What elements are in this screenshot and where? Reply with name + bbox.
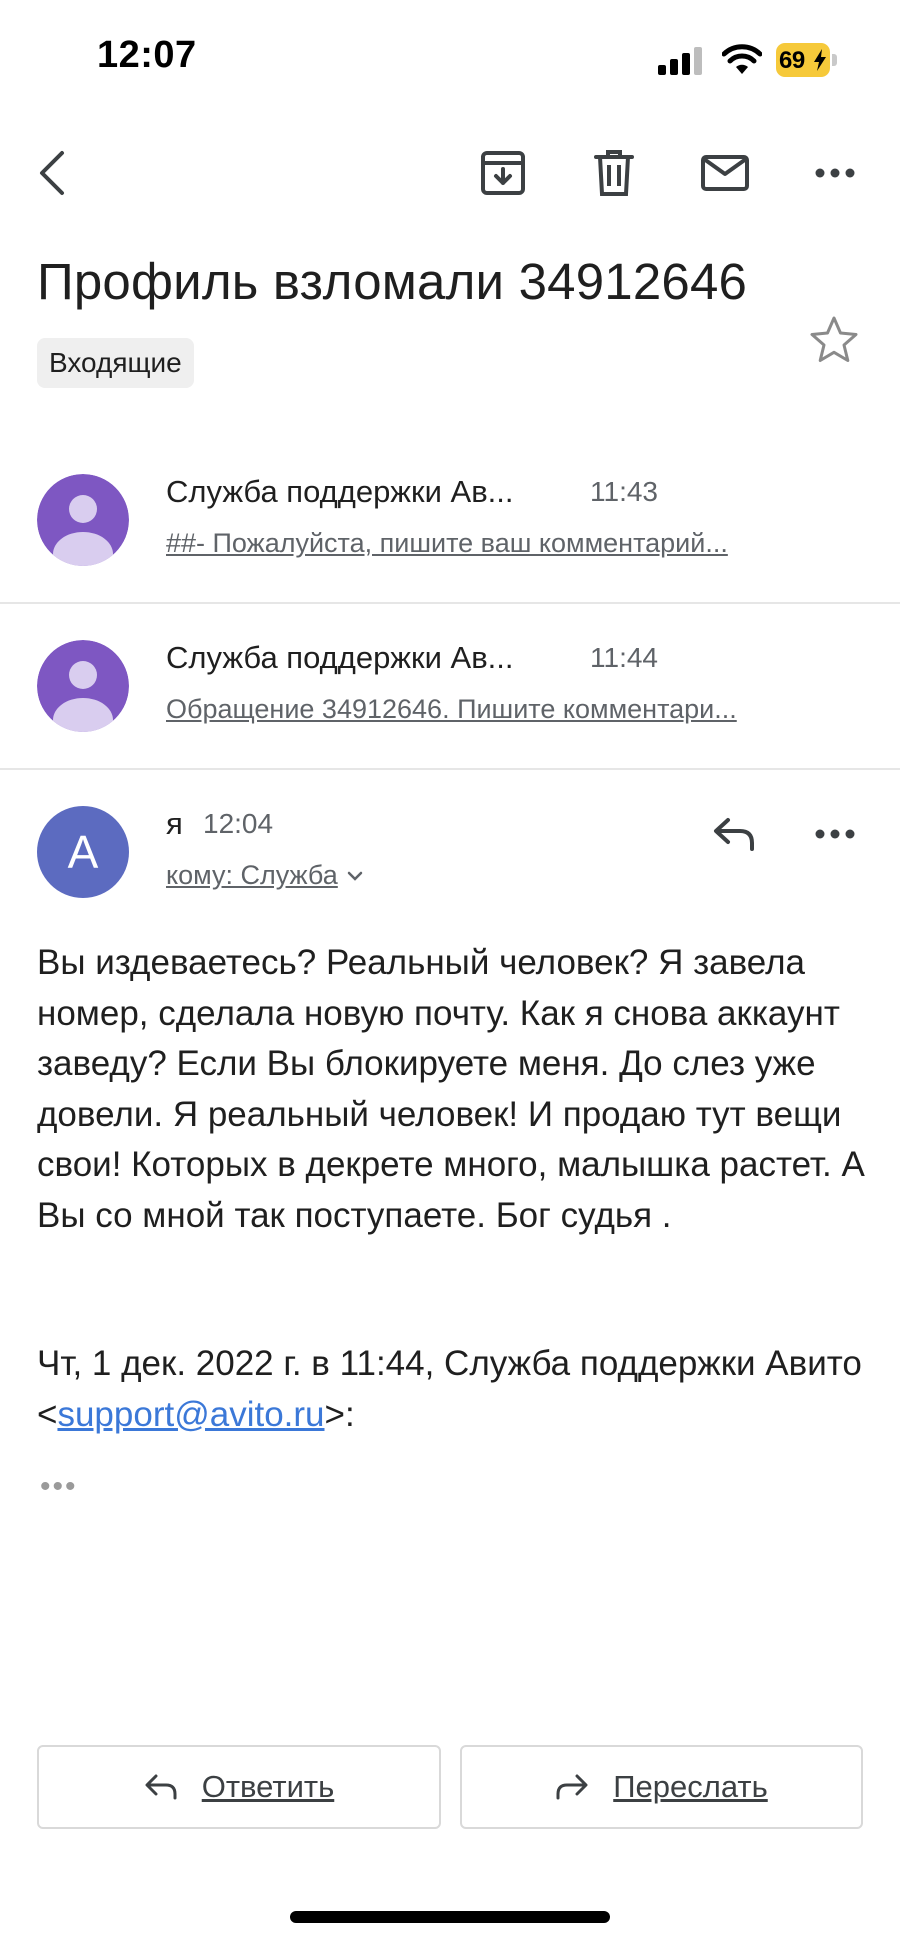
- star-button[interactable]: [806, 312, 862, 368]
- more-horizontal-icon: [815, 829, 855, 839]
- message-more-button[interactable]: [807, 806, 863, 862]
- more-options-button[interactable]: [807, 145, 863, 201]
- avatar: A: [37, 806, 129, 898]
- thread-message-collapsed[interactable]: Служба поддержки Ав... 11:43 ##- Пожалуй…: [0, 460, 900, 600]
- mark-unread-button[interactable]: [697, 145, 753, 201]
- forward-button-label: Переслать: [613, 1769, 768, 1804]
- label-chip-inbox[interactable]: Входящие: [37, 338, 194, 388]
- message-time: 11:43: [590, 476, 658, 507]
- support-email-link[interactable]: support@avito.ru: [57, 1395, 324, 1434]
- mail-icon: [701, 155, 749, 191]
- person-avatar-icon: [37, 474, 129, 566]
- message-sender: Служба поддержки Ав...: [166, 640, 514, 675]
- reply-icon: [714, 818, 754, 851]
- avatar: [37, 640, 129, 732]
- message-snippet: ##- Пожалуйста, пишите ваш комментарий..…: [166, 528, 728, 558]
- archive-button[interactable]: [475, 145, 531, 201]
- archive-icon: [481, 151, 525, 195]
- avatar: [37, 474, 129, 566]
- star-outline-icon: [810, 316, 858, 362]
- quoted-header: Чт, 1 дек. 2022 г. в 11:44, Служба подде…: [37, 1339, 867, 1440]
- thread-message-collapsed[interactable]: Служба поддержки Ав... 11:44 Обращение 3…: [0, 626, 900, 766]
- message-body: Вы издеваетесь? Реальный человек? Я заве…: [37, 943, 865, 1235]
- charging-bolt-icon: [814, 49, 826, 71]
- avatar-letter: A: [37, 806, 129, 898]
- back-chevron-icon: [40, 151, 64, 195]
- email-subject: Профиль взломали 34912646: [37, 253, 748, 310]
- home-indicator[interactable]: [290, 1911, 610, 1923]
- person-avatar-icon: [37, 640, 129, 732]
- divider: [0, 602, 900, 604]
- reply-arrow-icon: [145, 1774, 177, 1800]
- status-time: 12:07: [97, 34, 197, 76]
- recipient-label: кому: Служба: [166, 860, 338, 890]
- show-quoted-text-button[interactable]: •••: [40, 1470, 78, 1504]
- more-horizontal-icon: [815, 168, 855, 178]
- delete-button[interactable]: [586, 145, 642, 201]
- forward-arrow-icon: [556, 1774, 588, 1800]
- battery-icon: 69: [776, 43, 838, 77]
- reply-button[interactable]: Ответить: [37, 1745, 441, 1829]
- trash-icon: [594, 150, 634, 196]
- wifi-icon: [722, 44, 762, 74]
- open-message-time: 12:04: [203, 808, 274, 839]
- message-sender: Служба поддержки Ав...: [166, 474, 514, 509]
- back-button[interactable]: [24, 145, 80, 201]
- reply-button-label: Ответить: [201, 1769, 335, 1804]
- recipient-details-toggle[interactable]: кому: Служба: [166, 860, 364, 891]
- forward-button[interactable]: Переслать: [460, 1745, 863, 1829]
- quote-suffix: >:: [324, 1394, 355, 1434]
- battery-level: 69: [779, 47, 805, 74]
- reply-icon-button[interactable]: [706, 806, 762, 862]
- cellular-signal-icon: [658, 47, 702, 75]
- open-message-sender: я: [166, 806, 183, 841]
- divider: [0, 768, 900, 770]
- message-snippet: Обращение 34912646. Пишите комментари...: [166, 694, 737, 724]
- message-time: 11:44: [590, 642, 658, 673]
- chevron-down-icon: [347, 871, 363, 881]
